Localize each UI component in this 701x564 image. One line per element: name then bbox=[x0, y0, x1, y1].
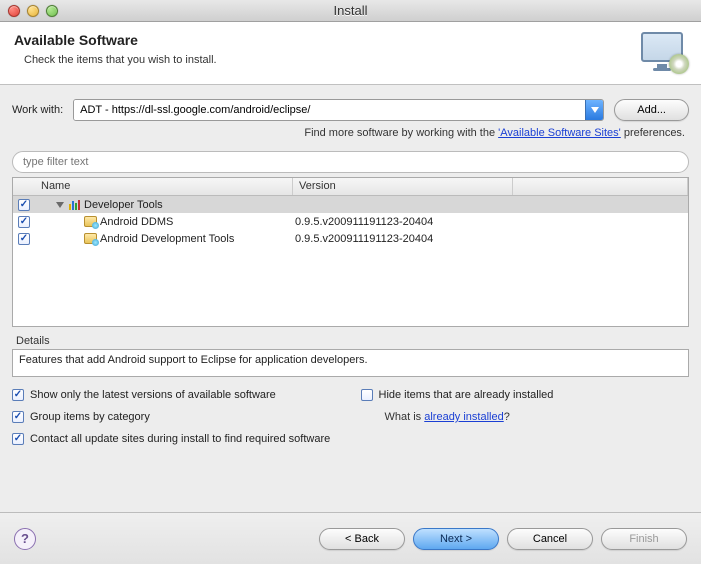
item-name: Android DDMS bbox=[100, 216, 173, 228]
tree-header: Name Version bbox=[13, 178, 688, 196]
page-subtitle: Check the items that you wish to install… bbox=[24, 54, 217, 66]
available-sites-link[interactable]: 'Available Software Sites' bbox=[498, 127, 621, 139]
opt-group-category[interactable]: Group items by category bbox=[12, 411, 341, 423]
opt-hide-installed[interactable]: Hide items that are already installed bbox=[361, 389, 690, 401]
software-tree[interactable]: Name Version Developer Tools Android DDM… bbox=[12, 177, 689, 327]
wizard-header: Available Software Check the items that … bbox=[0, 22, 701, 85]
feature-icon bbox=[84, 233, 97, 244]
wizard-footer: ? < Back Next > Cancel Finish bbox=[0, 512, 701, 564]
back-button[interactable]: < Back bbox=[319, 528, 405, 550]
hide-installed-checkbox[interactable] bbox=[361, 389, 373, 401]
cancel-button[interactable]: Cancel bbox=[507, 528, 593, 550]
sites-hint-suffix: preferences. bbox=[624, 127, 685, 139]
opt-contact-sites[interactable]: Contact all update sites during install … bbox=[12, 433, 689, 445]
sites-hint-prefix: Find more software by working with the bbox=[304, 127, 498, 139]
group-category-checkbox[interactable] bbox=[12, 411, 24, 423]
help-icon[interactable]: ? bbox=[14, 528, 36, 550]
already-installed-link[interactable]: already installed bbox=[424, 411, 504, 423]
filter-input[interactable] bbox=[12, 151, 689, 173]
hide-installed-label: Hide items that are already installed bbox=[379, 389, 554, 401]
item-checkbox[interactable] bbox=[18, 233, 30, 245]
group-checkbox[interactable] bbox=[18, 199, 30, 211]
item-version: 0.9.5.v200911191123-20404 bbox=[293, 216, 513, 228]
window-controls bbox=[8, 5, 58, 17]
latest-only-label: Show only the latest versions of availab… bbox=[30, 389, 276, 401]
tree-group-row[interactable]: Developer Tools bbox=[13, 196, 688, 213]
sites-hint: Find more software by working with the '… bbox=[12, 127, 689, 139]
disclosure-triangle-icon[interactable] bbox=[56, 202, 64, 208]
whatis-prefix: What is bbox=[385, 411, 425, 423]
tree-item-row[interactable]: Android Development Tools 0.9.5.v2009111… bbox=[13, 230, 688, 247]
group-label: Developer Tools bbox=[84, 199, 163, 211]
titlebar: Install bbox=[0, 0, 701, 22]
item-version: 0.9.5.v200911191123-20404 bbox=[293, 233, 513, 245]
category-icon bbox=[69, 200, 81, 210]
contact-sites-checkbox[interactable] bbox=[12, 433, 24, 445]
finish-button[interactable]: Finish bbox=[601, 528, 687, 550]
contact-sites-label: Contact all update sites during install … bbox=[30, 433, 330, 445]
column-name[interactable]: Name bbox=[35, 178, 293, 195]
item-checkbox[interactable] bbox=[18, 216, 30, 228]
chevron-down-icon[interactable] bbox=[585, 100, 603, 120]
item-name: Android Development Tools bbox=[100, 233, 234, 245]
group-category-label: Group items by category bbox=[30, 411, 150, 423]
whatis-suffix: ? bbox=[504, 411, 510, 423]
feature-icon bbox=[84, 216, 97, 227]
details-text: Features that add Android support to Ecl… bbox=[12, 349, 689, 377]
work-with-combo[interactable] bbox=[73, 99, 604, 121]
zoom-window-icon[interactable] bbox=[46, 5, 58, 17]
work-with-label: Work with: bbox=[12, 104, 63, 116]
latest-only-checkbox[interactable] bbox=[12, 389, 24, 401]
page-title: Available Software bbox=[14, 32, 217, 48]
work-with-input[interactable] bbox=[74, 100, 585, 120]
opt-latest-only[interactable]: Show only the latest versions of availab… bbox=[12, 389, 341, 401]
details-label: Details bbox=[16, 335, 689, 347]
column-version[interactable]: Version bbox=[293, 178, 513, 195]
close-window-icon[interactable] bbox=[8, 5, 20, 17]
next-button[interactable]: Next > bbox=[413, 528, 499, 550]
window-title: Install bbox=[0, 3, 701, 18]
tree-item-row[interactable]: Android DDMS 0.9.5.v200911191123-20404 bbox=[13, 213, 688, 230]
what-is-installed: What is already installed? bbox=[361, 411, 690, 423]
add-button[interactable]: Add... bbox=[614, 99, 689, 121]
minimize-window-icon[interactable] bbox=[27, 5, 39, 17]
install-icon bbox=[639, 32, 687, 72]
